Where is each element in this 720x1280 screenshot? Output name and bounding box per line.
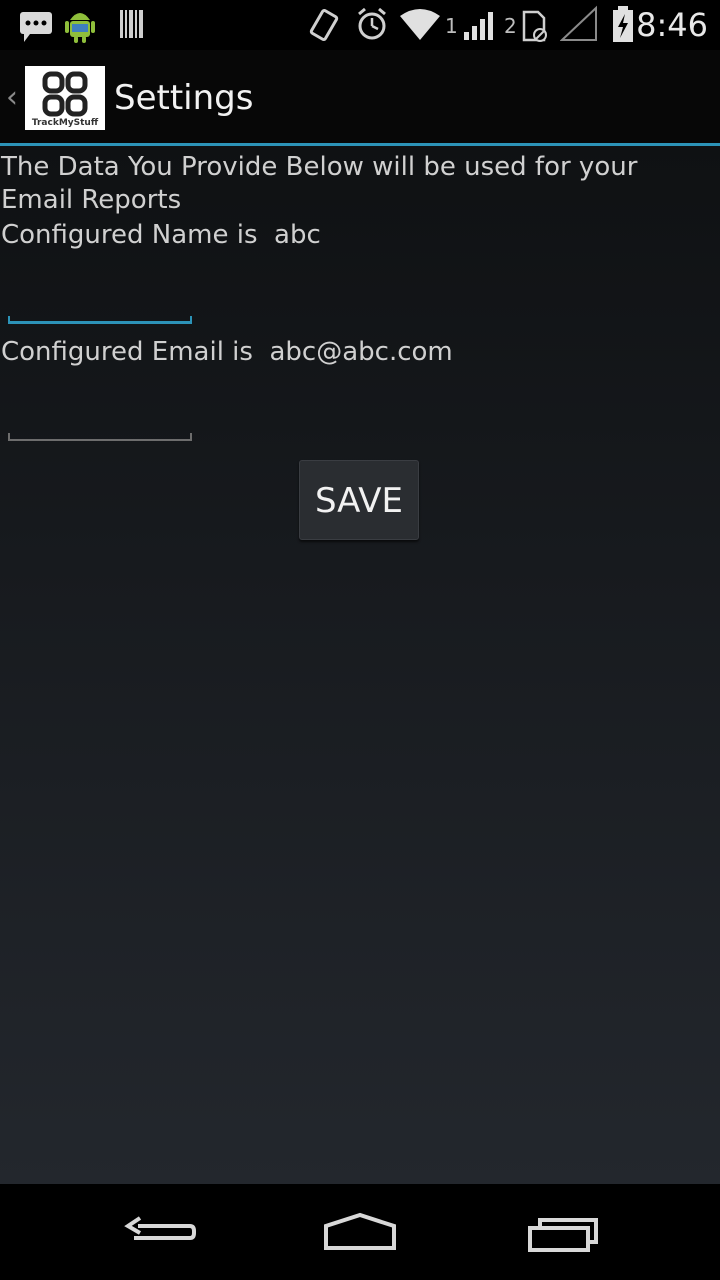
alarm-icon (358, 7, 386, 40)
wifi-icon (400, 9, 440, 40)
configured-name-label: Configured Name is abc (1, 220, 321, 250)
sim-icon (522, 10, 547, 42)
signal-icon (464, 12, 493, 40)
status-bar: 1 2 8:46 (0, 0, 720, 50)
clock: 8:46 (636, 6, 708, 44)
app-logo[interactable]: TrackMyStuff (25, 66, 105, 130)
name-input[interactable] (8, 316, 192, 324)
navigation-bar (0, 1184, 720, 1280)
intro-text: The Data You Provide Below will be used … (1, 152, 638, 215)
home-icon[interactable] (290, 1184, 430, 1280)
configured-email-label: Configured Email is abc@abc.com (1, 337, 453, 367)
settings-content: The Data You Provide Below will be used … (0, 146, 720, 1184)
app-grid-icon (42, 71, 88, 117)
message-icon (20, 12, 52, 42)
sim1-label: 1 (445, 14, 458, 38)
page-title: Settings (114, 78, 254, 118)
battery-charging-icon (613, 6, 633, 42)
android-icon (65, 13, 95, 43)
save-button[interactable]: SAVE (299, 460, 419, 540)
chevron-left-icon[interactable]: ‹ (6, 80, 18, 115)
email-input[interactable] (8, 433, 192, 441)
recent-apps-icon[interactable] (492, 1184, 632, 1280)
vibrate-icon (309, 8, 339, 42)
no-signal-icon (560, 5, 597, 41)
app-logo-label: TrackMyStuff (31, 118, 99, 128)
barcode-icon (120, 10, 143, 38)
sim2-label: 2 (504, 14, 517, 38)
back-icon[interactable] (90, 1184, 230, 1280)
action-bar: ‹ TrackMyStuff Settings (0, 50, 720, 144)
